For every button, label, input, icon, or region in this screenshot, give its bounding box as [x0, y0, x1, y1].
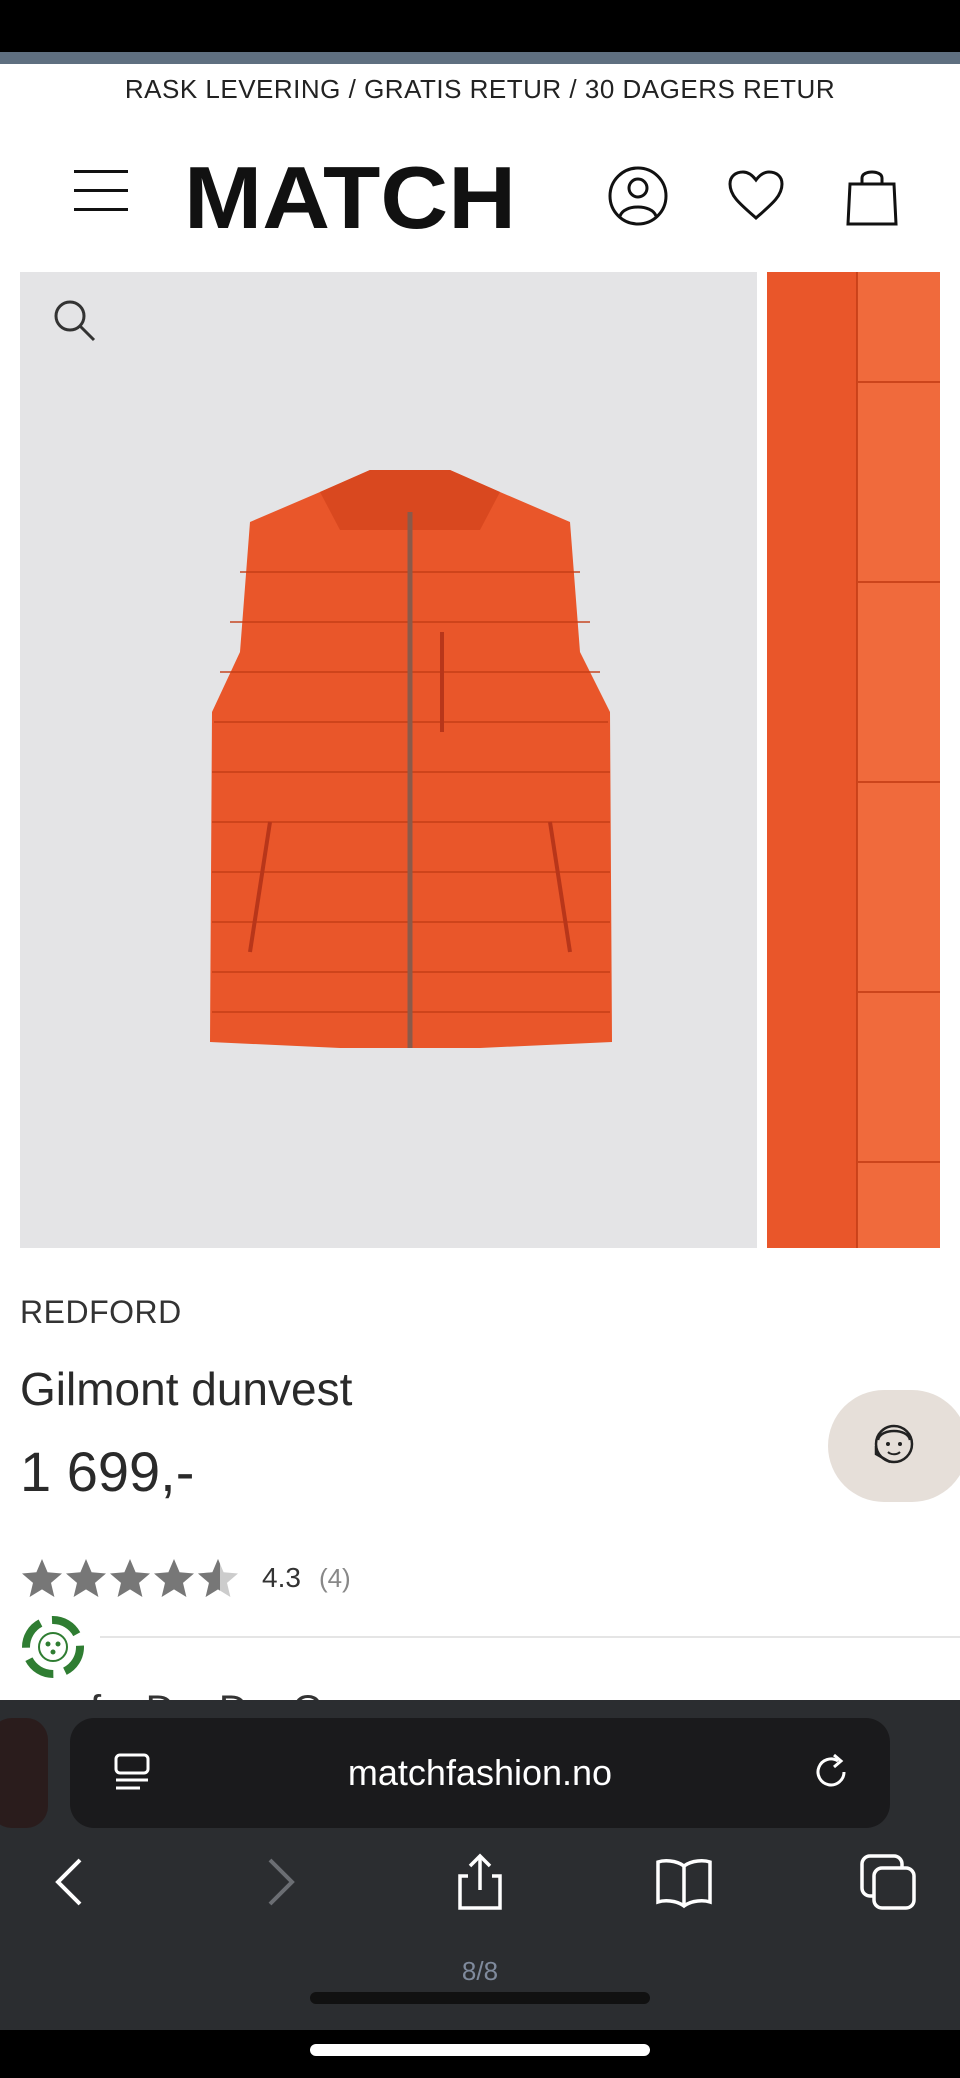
product-image-main[interactable] — [20, 272, 757, 1248]
tab-pill — [310, 1992, 650, 2004]
product-name: Gilmont dunvest — [20, 1363, 353, 1415]
product-rating[interactable]: 4.3 (4) — [20, 1556, 351, 1600]
zoom-icon[interactable] — [50, 296, 98, 344]
divider — [100, 1636, 960, 1638]
fabric-closeup-image — [856, 272, 940, 1248]
star-icon — [154, 1559, 194, 1597]
page-counter: 8/8 — [461, 1956, 499, 1986]
reload-icon[interactable] — [808, 1749, 854, 1795]
heart-icon[interactable] — [724, 164, 788, 228]
logo-text: MATCH — [184, 152, 516, 236]
product-price: 1 699,- — [20, 1440, 195, 1503]
account-icon[interactable] — [606, 164, 670, 228]
star-icon — [110, 1559, 150, 1597]
browser-toolbar: matchfashion.no 8/8 — [0, 1700, 960, 2078]
vest-image — [210, 470, 612, 1048]
status-bar — [0, 0, 960, 52]
rating-stars — [20, 1556, 240, 1600]
previous-tab-peek[interactable] — [0, 1718, 48, 1828]
cart-icon[interactable] — [840, 164, 904, 228]
address-bar[interactable]: matchfashion.no — [70, 1718, 890, 1828]
browser-tab-strip — [0, 52, 960, 64]
web-page: RASK LEVERING / GRATIS RETUR / 30 DAGERS… — [0, 64, 960, 1700]
back-icon[interactable] — [40, 1850, 104, 1914]
product-brand[interactable]: REDFORD — [20, 1294, 182, 1331]
star-icon — [66, 1559, 106, 1597]
rating-value: 4.3 — [262, 1562, 301, 1593]
promo-banner: RASK LEVERING / GRATIS RETUR / 30 DAGERS… — [124, 74, 836, 104]
support-agent-icon — [874, 1424, 914, 1464]
product-image-secondary[interactable] — [767, 272, 940, 1248]
eco-recycle-icon[interactable] — [18, 1612, 88, 1682]
forward-icon[interactable] — [246, 1850, 310, 1914]
rating-count: (4) — [318, 1562, 351, 1593]
bookmarks-icon[interactable] — [652, 1850, 716, 1914]
star-icon — [22, 1559, 62, 1597]
menu-icon[interactable] — [74, 170, 128, 212]
home-indicator[interactable] — [310, 2044, 650, 2056]
url-text: matchfashion.no — [347, 1752, 613, 1793]
customer-service-chat-button[interactable] — [828, 1390, 960, 1502]
match-logo[interactable]: MATCH — [184, 152, 520, 236]
tabs-icon[interactable] — [856, 1850, 920, 1914]
star-half-icon — [198, 1559, 238, 1597]
share-icon[interactable] — [448, 1850, 512, 1914]
truncated-section-text: f... D... D... O... — [90, 1688, 357, 1700]
